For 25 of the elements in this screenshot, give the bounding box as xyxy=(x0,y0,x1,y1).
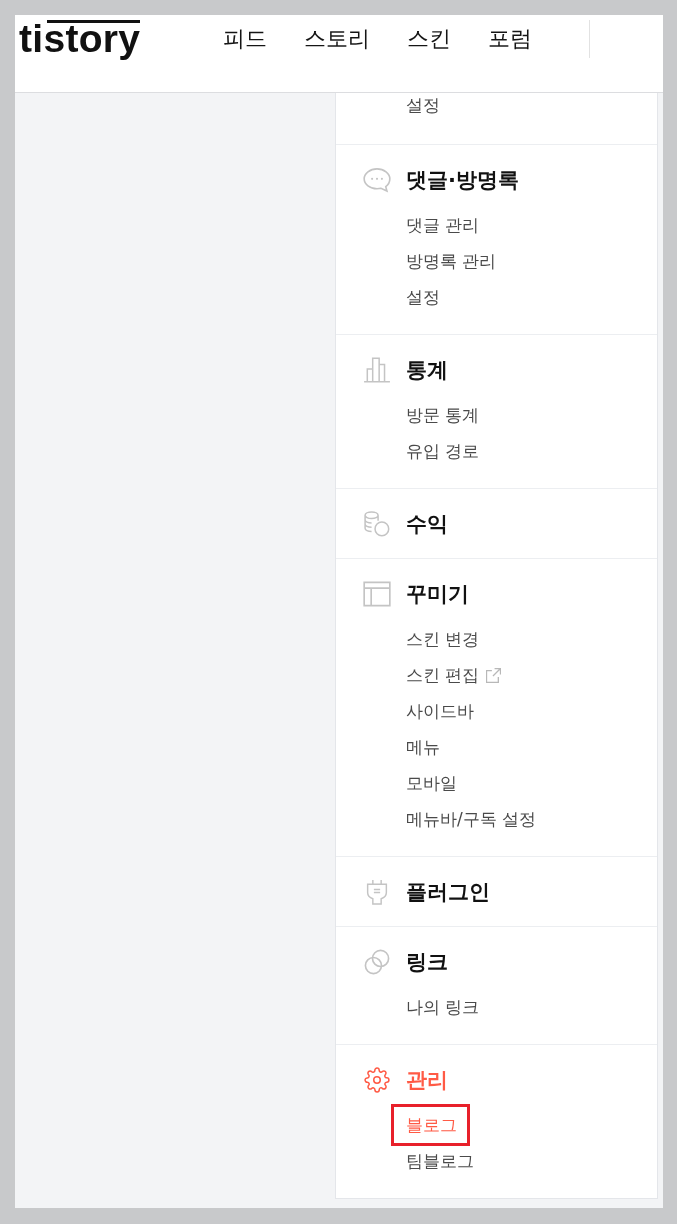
nav-link[interactable]: 스킨 xyxy=(407,14,452,63)
nav-link[interactable]: 스토리 xyxy=(304,14,371,63)
menu-item[interactable]: 설정 xyxy=(406,279,440,315)
menu-item[interactable]: 메뉴 xyxy=(406,729,440,765)
logo[interactable]: tistory xyxy=(19,19,141,58)
menu-item[interactable]: 팀블로그 xyxy=(406,1143,474,1179)
menu-heading[interactable]: 링크 xyxy=(406,947,448,977)
menu-item[interactable]: 모바일 xyxy=(406,765,457,801)
menu-heading[interactable]: 통계 xyxy=(406,355,448,385)
menu-item[interactable]: 사이드바 xyxy=(406,693,474,729)
menu-item[interactable]: 스킨 변경 xyxy=(406,621,480,657)
menu-heading[interactable]: 댓글·방명록 xyxy=(406,165,519,195)
menu-item[interactable]: 스킨 편집 xyxy=(406,657,502,693)
menu-heading[interactable]: 플러그인 xyxy=(406,877,490,907)
menu-heading[interactable]: 수익 xyxy=(406,509,448,539)
menu-item[interactable]: 댓글 관리 xyxy=(406,207,480,243)
menu-item[interactable]: 나의 링크 xyxy=(406,989,480,1025)
menu-heading[interactable]: 꾸미기 xyxy=(406,579,469,609)
menu-item[interactable]: 유입 경로 xyxy=(406,433,480,469)
menu-item[interactable]: 방문 통계 xyxy=(406,397,480,433)
nav-link[interactable]: 포럼 xyxy=(488,14,533,63)
menu-item[interactable]: 메뉴바/구독 설정 xyxy=(406,801,537,837)
menu-item[interactable]: 방명록 관리 xyxy=(406,243,497,279)
menu-item[interactable]: 설정 xyxy=(406,93,657,117)
nav-link[interactable]: 피드 xyxy=(223,14,268,63)
